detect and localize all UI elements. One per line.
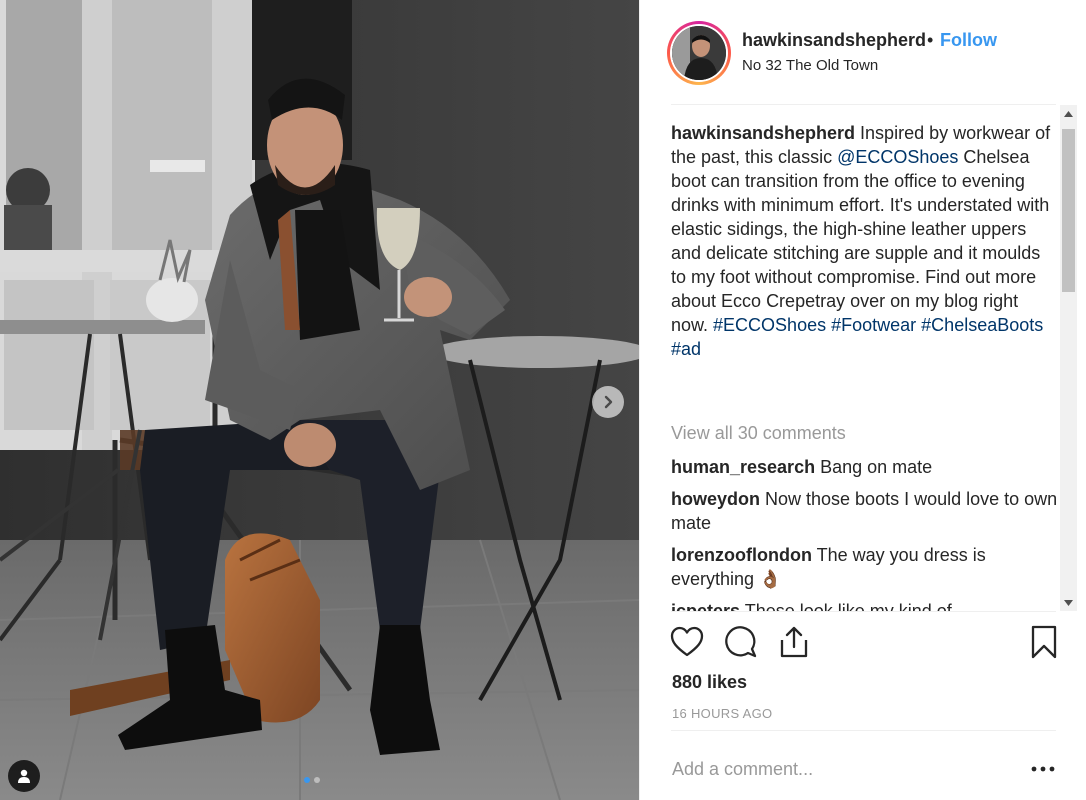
comment-item: icpeters These look like my kind of (671, 599, 1059, 611)
caption-username[interactable]: hawkinsandshepherd (671, 123, 855, 143)
follow-button[interactable]: Follow (940, 30, 997, 51)
save-button[interactable] (1026, 624, 1062, 660)
hashtag-link[interactable]: #ChelseaBoots (921, 315, 1043, 335)
comment-text: These look like my kind of (740, 601, 952, 611)
divider (671, 730, 1056, 731)
story-ring[interactable] (667, 21, 731, 85)
carousel-dot (314, 777, 320, 783)
comment-item: howeydon Now those boots I would love to… (671, 487, 1059, 535)
add-comment-input[interactable] (672, 756, 1012, 782)
comments-scrollbar[interactable] (1060, 105, 1077, 611)
post-caption: hawkinsandshepherd Inspired by workwear … (671, 121, 1059, 361)
avatar[interactable] (672, 26, 726, 80)
header-separator: • (927, 30, 934, 50)
carousel-next-button[interactable] (592, 386, 624, 418)
carousel-dot (304, 777, 310, 783)
carousel-indicator (304, 777, 320, 783)
hashtag-link[interactable]: #ECCOShoes (713, 315, 826, 335)
comment-username[interactable]: human_research (671, 457, 815, 477)
heart-icon (670, 626, 704, 657)
caption-text: Chelsea boot can transition from the off… (671, 147, 1050, 335)
share-button[interactable] (776, 624, 812, 660)
scroll-down-button[interactable] (1060, 594, 1077, 611)
share-icon (780, 626, 808, 658)
post-timestamp[interactable]: 16 HOURS AGO (672, 706, 772, 721)
hashtag-link[interactable]: #ad (671, 339, 701, 359)
like-button[interactable] (669, 624, 705, 660)
comment-username[interactable]: howeydon (671, 489, 760, 509)
user-tag-icon (18, 769, 30, 783)
view-all-comments-link[interactable]: View all 30 comments (671, 421, 846, 445)
divider (671, 611, 1056, 612)
user-tags-button[interactable] (8, 760, 40, 792)
comment-item: human_research Bang on mate (671, 455, 1059, 479)
post-username[interactable]: hawkinsandshepherd (742, 30, 926, 51)
chevron-right-icon (604, 395, 613, 409)
likes-count[interactable]: 880 likes (672, 672, 747, 693)
photo-scene (0, 0, 639, 800)
arrow-down-icon (1064, 599, 1073, 606)
speech-bubble-icon (725, 626, 757, 658)
comment-username[interactable]: lorenzooflondon (671, 545, 812, 565)
comment-item: lorenzooflondon The way you dress is eve… (671, 543, 1059, 591)
avatar-image (672, 26, 726, 80)
mention-link[interactable]: @ECCOShoes (837, 147, 958, 167)
post-side-panel: hawkinsandshepherd • Follow No 32 The Ol… (639, 0, 1086, 800)
more-options-button[interactable] (1028, 758, 1058, 780)
comments-list[interactable]: hawkinsandshepherd Inspired by workwear … (671, 105, 1059, 611)
comment-username[interactable]: icpeters (671, 601, 740, 611)
avatar-border (670, 24, 728, 82)
more-options-icon (1031, 766, 1055, 772)
hashtag-link[interactable]: #Footwear (831, 315, 916, 335)
comment-text: Bang on mate (815, 457, 933, 477)
arrow-up-icon (1064, 110, 1073, 117)
post-photo[interactable] (0, 0, 639, 800)
comment-button[interactable] (723, 624, 759, 660)
post-header: hawkinsandshepherd • Follow No 32 The Ol… (640, 0, 1086, 104)
scroll-up-button[interactable] (1060, 105, 1077, 122)
post-location[interactable]: No 32 The Old Town (742, 57, 878, 74)
scrollbar-thumb[interactable] (1062, 129, 1075, 292)
bookmark-icon (1031, 625, 1057, 659)
